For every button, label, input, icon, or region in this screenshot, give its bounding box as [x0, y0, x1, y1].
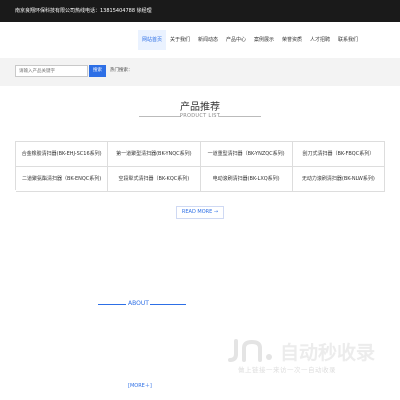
- product-link[interactable]: 一道重型清扫器（BK-YNZQC系列): [200, 142, 293, 167]
- about-divider-right: [150, 304, 186, 305]
- nav-item-home[interactable]: 网站首页: [138, 30, 166, 50]
- search-input[interactable]: [15, 65, 88, 77]
- search-button[interactable]: 搜索: [89, 65, 106, 77]
- about-title: ABOUT: [128, 300, 149, 307]
- watermark-slogan: 做上链接一来访一次一自动收录: [238, 366, 336, 374]
- watermark-logo-icon: [228, 339, 272, 362]
- hot-search-label: 热门搜索：: [110, 68, 133, 73]
- product-link[interactable]: 第一道聚型清扫器(BK-YNQC系列): [108, 142, 201, 167]
- contact-text: 南京良翔环保科技有限公司热线电话：13815404788 徐经理: [15, 8, 152, 14]
- product-link[interactable]: 无动力滚刷清扫器(BK-NLW系列): [292, 167, 385, 192]
- watermark-brand: 自动秒收录: [280, 342, 376, 364]
- search-bar: 搜索 热门搜索：: [0, 58, 400, 86]
- product-link[interactable]: 二道聚氨酯清扫器（BK-ENQC系列): [16, 167, 109, 192]
- nav-item-contact[interactable]: 联系我们: [334, 30, 362, 50]
- subtitle-divider-right: [219, 116, 261, 117]
- nav-item-about[interactable]: 关于我们: [166, 30, 194, 50]
- product-link[interactable]: 合金橡胶清扫器(BK-EHJ-SC16系列): [16, 142, 109, 167]
- about-more-link[interactable]: [MORE＋]: [128, 382, 152, 389]
- nav-item-cases[interactable]: 案例展示: [250, 30, 278, 50]
- products-subtitle: PRODUCT LIST: [179, 113, 221, 119]
- main-nav: 网站首页 关于我们 新闻动态 产品中心 案例展示 荣誉资质 人才招聘 联系我们: [0, 22, 400, 58]
- about-divider-left: [98, 304, 126, 305]
- nav-item-products[interactable]: 产品中心: [222, 30, 250, 50]
- nav-item-jobs[interactable]: 人才招聘: [306, 30, 334, 50]
- product-grid: 合金橡胶清扫器(BK-EHJ-SC16系列) 第一道聚型清扫器(BK-YNQC系…: [15, 141, 385, 192]
- nav-item-news[interactable]: 新闻动态: [194, 30, 222, 50]
- product-link[interactable]: 刮刀式清扫器（BK-FBQC系列）: [292, 142, 385, 167]
- product-link[interactable]: 空段犁式清扫器（BK-KQC系列): [108, 167, 201, 192]
- nav-item-honors[interactable]: 荣誉资质: [278, 30, 306, 50]
- watermark: 自动秒收录 做上链接一来访一次一自动收录: [228, 338, 388, 388]
- product-link[interactable]: 电动滚刷清扫器(BK-LXQ系列): [200, 167, 293, 192]
- products-title: 产品推荐: [180, 102, 220, 113]
- top-bar: 南京良翔环保科技有限公司热线电话：13815404788 徐经理: [0, 0, 400, 22]
- read-more-button[interactable]: READ MORE →: [176, 206, 224, 219]
